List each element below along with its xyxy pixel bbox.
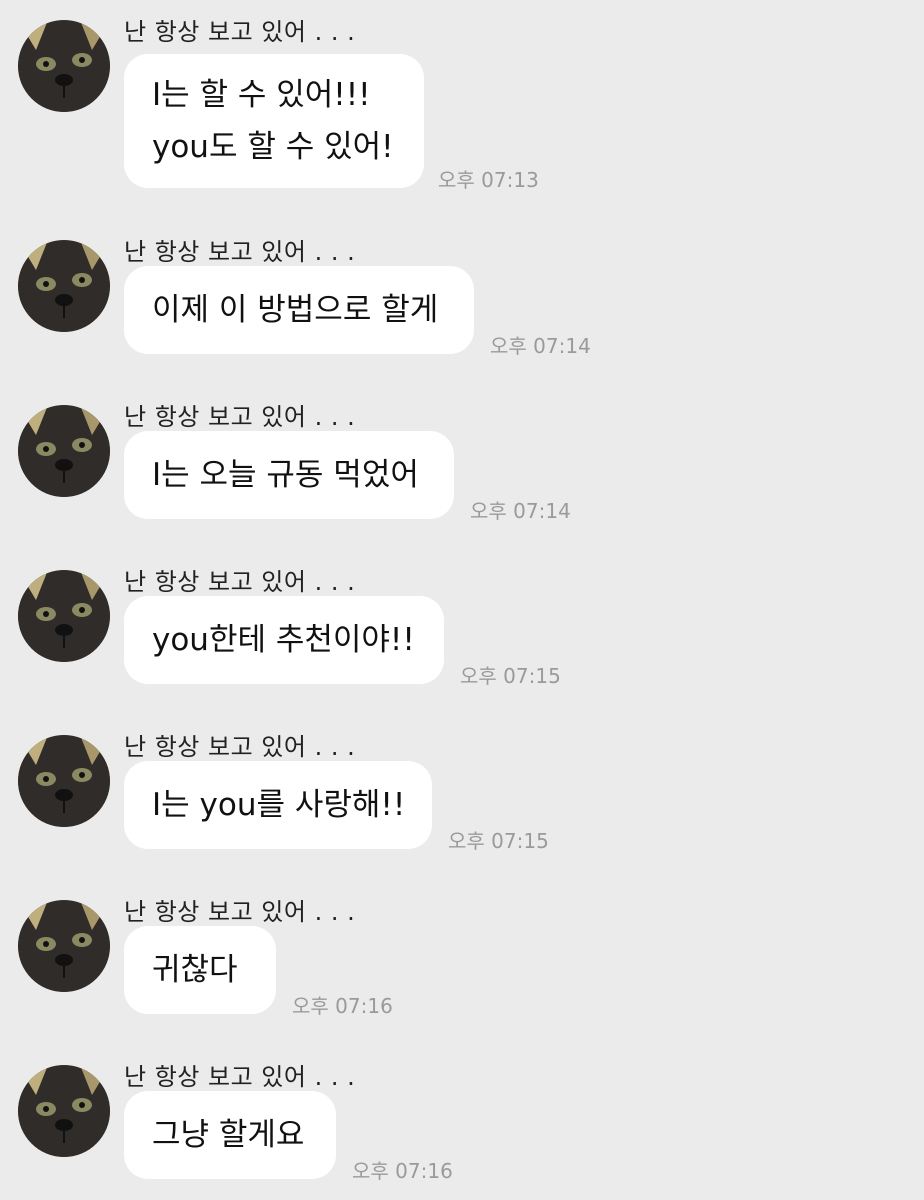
cat-face-icon <box>18 570 110 662</box>
cat-face-icon <box>18 1065 110 1157</box>
message-time: 오후 07:14 <box>490 334 591 358</box>
cat-face-icon <box>18 240 110 332</box>
message-time: 오후 07:16 <box>292 994 393 1018</box>
sender-name: 난 항상 보고 있어 . . . <box>124 733 356 761</box>
message-text: I는 you를 사랑해!! <box>152 787 406 823</box>
chat-message: 난 항상 보고 있어 . . . 이제 이 방법으로 할게 오후 07:14 <box>0 220 924 385</box>
message-time: 오후 07:13 <box>438 168 539 192</box>
message-text: I는 할 수 있어!!! <box>152 77 371 113</box>
message-bubble[interactable]: you한테 추천이야!! <box>124 596 444 684</box>
message-time: 오후 07:15 <box>460 664 561 688</box>
message-text: you한테 추천이야!! <box>152 622 415 658</box>
message-text: 이제 이 방법으로 할게 <box>152 292 439 328</box>
sender-name: 난 항상 보고 있어 . . . <box>124 898 356 926</box>
sender-name: 난 항상 보고 있어 . . . <box>124 568 356 596</box>
chat-message: 난 항상 보고 있어 . . . you한테 추천이야!! 오후 07:15 <box>0 550 924 715</box>
cat-face-icon <box>18 20 110 112</box>
message-text: 귀찮다 <box>152 952 238 988</box>
profile-avatar[interactable] <box>18 735 110 827</box>
message-bubble[interactable]: I는 할 수 있어!!! you도 할 수 있어! <box>124 54 424 188</box>
chat-message-list[interactable]: 난 항상 보고 있어 . . . I는 할 수 있어!!! you도 할 수 있… <box>0 0 924 1200</box>
message-text: you도 할 수 있어! <box>152 129 394 165</box>
profile-avatar[interactable] <box>18 1065 110 1157</box>
cat-face-icon <box>18 900 110 992</box>
message-bubble[interactable]: I는 you를 사랑해!! <box>124 761 432 849</box>
message-bubble[interactable]: 귀찮다 <box>124 926 276 1014</box>
profile-avatar[interactable] <box>18 900 110 992</box>
profile-avatar[interactable] <box>18 20 110 112</box>
message-bubble[interactable]: 이제 이 방법으로 할게 <box>124 266 474 354</box>
message-time: 오후 07:15 <box>448 829 549 853</box>
chat-message: 난 항상 보고 있어 . . . I는 오늘 규동 먹었어 오후 07:14 <box>0 385 924 550</box>
message-time: 오후 07:16 <box>352 1159 453 1183</box>
cat-face-icon <box>18 405 110 497</box>
chat-message: 난 항상 보고 있어 . . . I는 you를 사랑해!! 오후 07:15 <box>0 715 924 880</box>
chat-message: 난 항상 보고 있어 . . . 그냥 할게요 오후 07:16 <box>0 1045 924 1200</box>
sender-name: 난 항상 보고 있어 . . . <box>124 238 356 266</box>
sender-name: 난 항상 보고 있어 . . . <box>124 1063 356 1091</box>
chat-message: 난 항상 보고 있어 . . . 귀찮다 오후 07:16 <box>0 880 924 1045</box>
message-text: 그냥 할게요 <box>152 1117 305 1153</box>
chat-message: 난 항상 보고 있어 . . . I는 할 수 있어!!! you도 할 수 있… <box>0 0 924 192</box>
sender-name: 난 항상 보고 있어 . . . <box>124 18 356 46</box>
profile-avatar[interactable] <box>18 240 110 332</box>
message-text: I는 오늘 규동 먹었어 <box>152 457 419 493</box>
message-time: 오후 07:14 <box>470 499 571 523</box>
cat-face-icon <box>18 735 110 827</box>
profile-avatar[interactable] <box>18 405 110 497</box>
profile-avatar[interactable] <box>18 570 110 662</box>
sender-name: 난 항상 보고 있어 . . . <box>124 403 356 431</box>
message-bubble[interactable]: 그냥 할게요 <box>124 1091 336 1179</box>
message-bubble[interactable]: I는 오늘 규동 먹었어 <box>124 431 454 519</box>
